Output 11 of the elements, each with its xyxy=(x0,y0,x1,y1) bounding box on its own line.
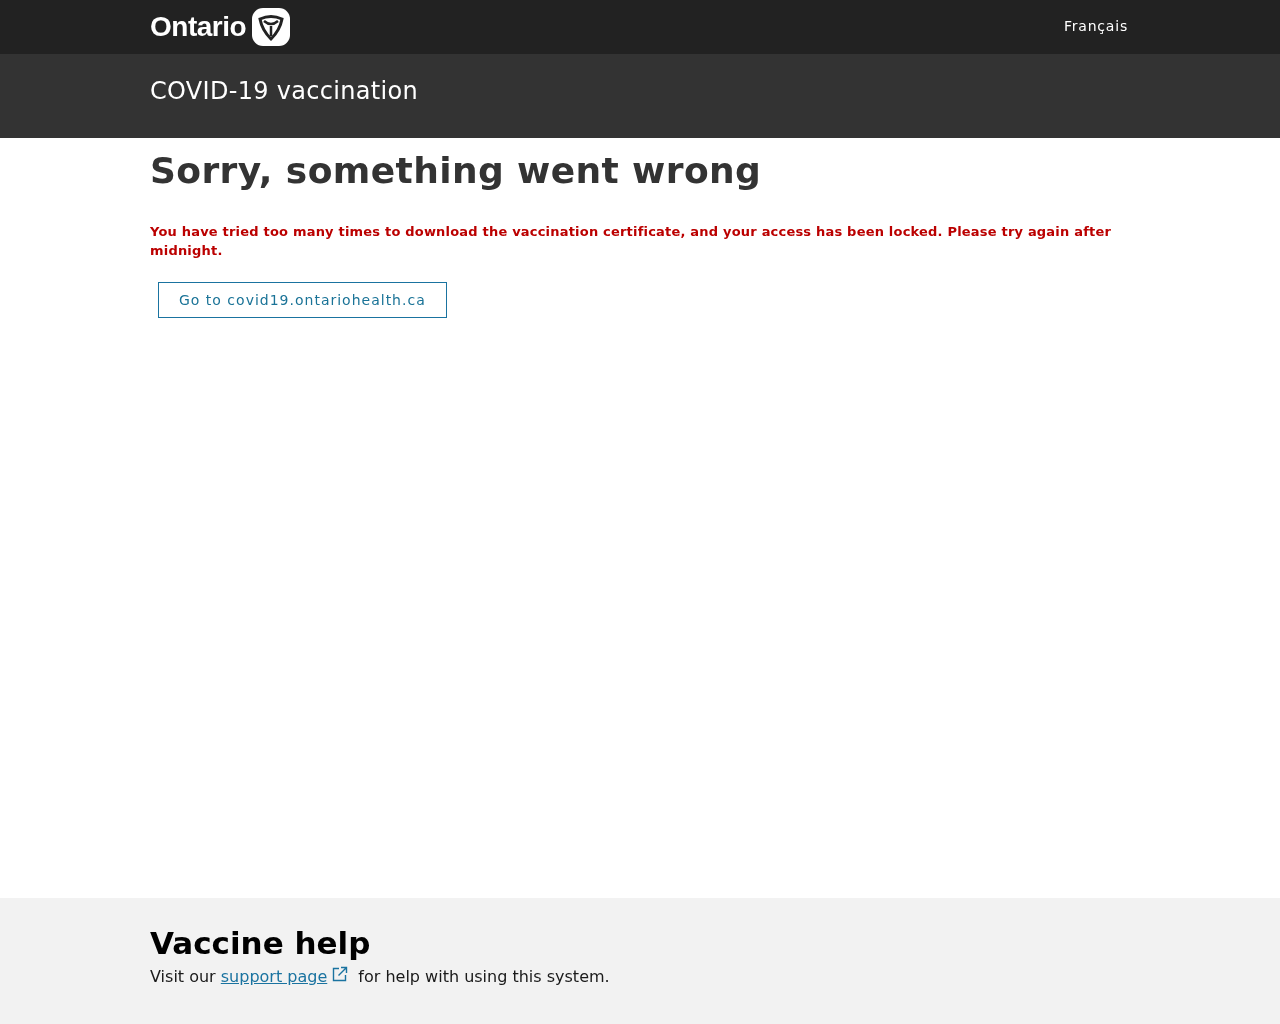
language-link[interactable]: Français xyxy=(1063,18,1128,34)
error-heading: Sorry, something went wrong xyxy=(150,150,763,191)
help-heading: Vaccine help xyxy=(150,924,372,961)
external-link-icon xyxy=(331,966,349,983)
page-title: COVID-19 vaccination xyxy=(150,76,419,105)
website-button[interactable]: Go to covid19.ontariohealth.ca xyxy=(158,282,447,318)
trillium-logo-icon xyxy=(252,8,291,46)
support-link[interactable]: support page xyxy=(220,967,328,986)
help-text: Visit our support page for help with using this system. xyxy=(150,966,611,986)
ontario-wordmark[interactable]: Ontario xyxy=(150,11,247,43)
error-message: You have tried too many times to download the vaccination certificate, and your access has been locked. Please try again after midnight. xyxy=(150,223,1113,260)
